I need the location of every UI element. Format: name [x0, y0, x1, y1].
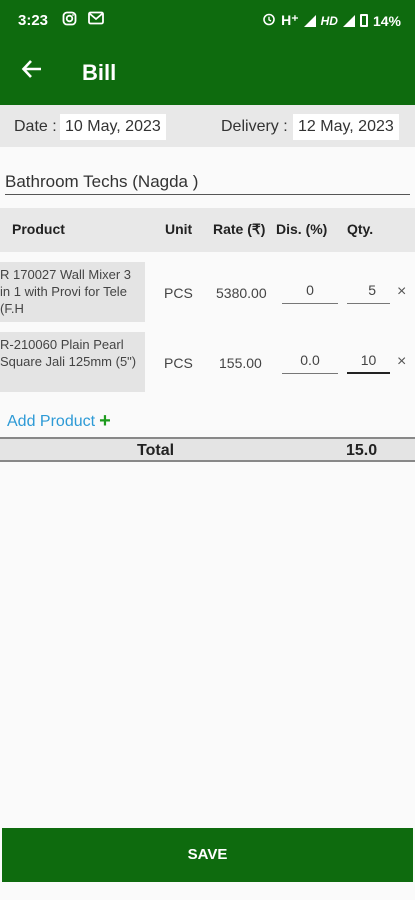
gmail-icon — [88, 11, 104, 28]
add-product-label: Add Product — [7, 413, 96, 430]
qty-input[interactable]: 5 — [347, 282, 390, 304]
plus-icon: + — [99, 410, 111, 432]
qty-input[interactable]: 10 — [347, 352, 390, 374]
network-type: H⁺ — [281, 12, 299, 28]
status-bar: 3:23 H⁺ HD 14% — [0, 0, 415, 40]
signal-icon — [303, 14, 316, 27]
product-name[interactable]: R 170027 Wall Mixer 3 in 1 with Provi fo… — [0, 262, 145, 322]
remove-row-icon[interactable]: × — [397, 283, 406, 301]
app-bar: Bill — [0, 40, 415, 105]
delivery-date-field[interactable]: 12 May, 2023 — [293, 114, 399, 140]
unit-cell: PCS — [164, 285, 193, 301]
rate-cell: 5380.00 — [216, 285, 267, 301]
unit-cell: PCS — [164, 355, 193, 371]
dates-row: Date : 10 May, 2023 Delivery : 12 May, 2… — [0, 105, 415, 147]
header-rate: Rate (₹) — [213, 221, 266, 237]
back-arrow-icon[interactable] — [20, 57, 44, 85]
discount-input[interactable]: 0 — [282, 282, 338, 304]
header-unit: Unit — [165, 221, 193, 237]
status-right-group: H⁺ HD 14% — [262, 12, 401, 29]
add-product-button[interactable]: Add Product + — [7, 409, 111, 432]
instagram-icon — [62, 11, 77, 29]
battery-icon — [359, 14, 368, 27]
delivery-label: Delivery : — [221, 118, 288, 135]
remove-row-icon[interactable]: × — [397, 353, 406, 371]
date-field[interactable]: 10 May, 2023 — [60, 114, 166, 140]
discount-input[interactable]: 0.0 — [282, 352, 338, 374]
total-row: Total 15.0 — [0, 437, 415, 462]
alarm-icon — [262, 12, 276, 29]
table-header: Product Unit Rate (₹) Dis. (%) Qty. — [0, 208, 415, 252]
total-label: Total — [137, 442, 175, 459]
product-name[interactable]: R-210060 Plain Pearl Square Jali 125mm (… — [0, 332, 145, 392]
total-value: 15.0 — [346, 442, 378, 459]
status-time: 3:23 — [18, 12, 49, 29]
customer-field[interactable]: Bathroom Techs (Nagda ) — [5, 168, 410, 195]
rate-cell: 155.00 — [219, 355, 262, 371]
signal-icon-2 — [342, 14, 355, 27]
header-discount: Dis. (%) — [276, 221, 328, 237]
header-product: Product — [12, 221, 65, 237]
save-button[interactable]: SAVE — [2, 828, 413, 882]
hd-badge: HD — [320, 13, 338, 28]
date-label: Date : — [14, 118, 57, 135]
page-title: Bill — [82, 60, 117, 85]
battery-percent: 14% — [372, 12, 401, 29]
header-qty: Qty. — [347, 221, 374, 237]
